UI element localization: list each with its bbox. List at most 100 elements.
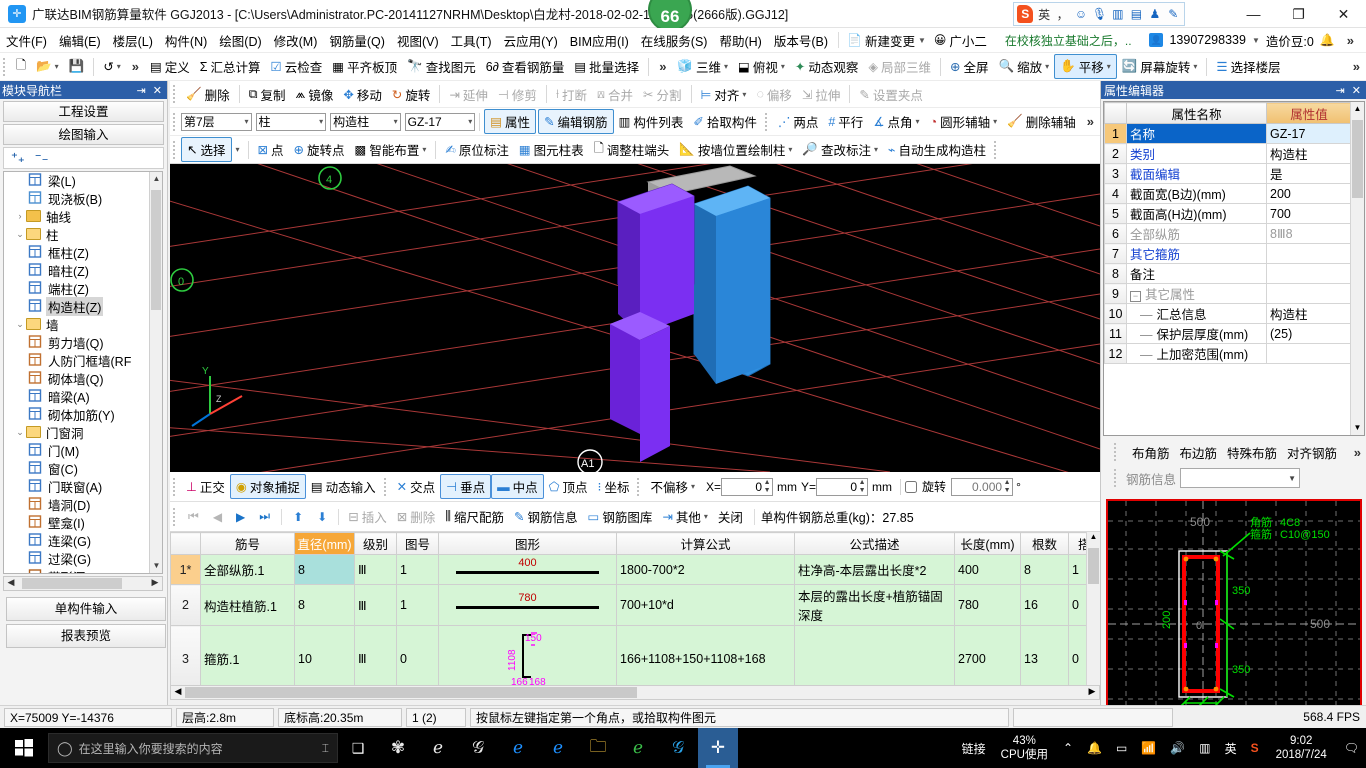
taskbar-app-edge-old-icon[interactable]: ℯ xyxy=(418,728,458,768)
account-chevron-down-icon[interactable]: ▼ xyxy=(1252,36,1260,45)
table-cell[interactable]: Ⅲ xyxy=(354,584,397,626)
table-cell[interactable]: 13 xyxy=(1020,625,1069,692)
ime-skin-icon[interactable]: ♟ xyxy=(1147,7,1162,21)
tab-corner-rebar[interactable]: 布角筋 xyxy=(1132,443,1170,462)
rebar-col-header[interactable]: 筋号 xyxy=(200,532,295,555)
pin-icon[interactable]: ⇥ xyxy=(137,84,146,97)
table-cell[interactable]: Ⅲ xyxy=(354,625,397,692)
ime-emoji-icon[interactable]: ☺ xyxy=(1073,7,1088,21)
tray-keyboard-icon[interactable]: ▥ xyxy=(1192,741,1217,755)
floor-select[interactable]: 第7层 ▾ xyxy=(180,112,252,131)
taskbar-app-explorer-icon[interactable]: 🗀 xyxy=(578,728,618,768)
last-record-button[interactable]: ⏭ xyxy=(252,509,277,524)
partial-3d-button[interactable]: ◈ 局部三维 xyxy=(863,55,936,78)
tree-horizontal-scrollbar[interactable]: ◀ ▶ xyxy=(3,576,163,591)
table-vertical-scrollbar[interactable]: ▲ ▼ xyxy=(1086,532,1100,696)
table-row[interactable]: 2 构造柱植筋.1 8 Ⅲ 1 780 700+10*d 本层的露出长度+植筋锚固深度 780 1… xyxy=(170,584,1100,626)
smart-layout-button[interactable]: ▩ 智能布置 ▾ xyxy=(350,138,432,161)
menu-tools[interactable]: 工具(T) xyxy=(445,28,498,53)
tree-item[interactable]: 暗梁(A) xyxy=(4,387,150,405)
rotate-point-button[interactable]: ⊕ 旋转点 xyxy=(289,138,350,161)
member-toolbar-grip[interactable] xyxy=(173,112,178,131)
drawing-input-button[interactable]: 绘图输入 xyxy=(3,124,164,145)
scroll-thumb[interactable] xyxy=(151,190,161,310)
parallel-button[interactable]: # 平行 xyxy=(823,110,868,133)
tab-special-rebar[interactable]: 特殊布筋 xyxy=(1227,443,1277,462)
scroll-up-icon[interactable]: ▲ xyxy=(150,172,162,186)
other-menu-button[interactable]: ⇥ 其他 ▾ xyxy=(657,505,713,528)
tab-align-rebar[interactable]: 对齐钢筋 xyxy=(1287,443,1337,462)
table-cell[interactable]: 3 xyxy=(170,625,201,692)
y-input[interactable]: 0 ▲ ▼ xyxy=(816,477,869,496)
fullscreen-button[interactable]: ⊕ 全屏 xyxy=(945,55,994,78)
tree-item[interactable]: 端柱(Z) xyxy=(4,279,150,297)
bell-icon[interactable]: 🔔 xyxy=(1320,33,1335,47)
table-cell[interactable]: 构造柱植筋.1 xyxy=(200,584,295,626)
rebar-col-header[interactable] xyxy=(170,532,201,555)
cloud-check-button[interactable]: ☑ 云检查 xyxy=(266,55,328,78)
tray-volume-icon[interactable]: 🔊 xyxy=(1163,741,1192,755)
table-cell[interactable]: 柱净高-本层露出长度*2 xyxy=(794,554,955,585)
table-cell[interactable]: 全部纵筋.1 xyxy=(200,554,295,585)
project-settings-button[interactable]: 工程设置 xyxy=(3,101,164,122)
property-row[interactable]: 8 备注 xyxy=(1104,263,1352,284)
property-value[interactable]: 8Ⅲ8 xyxy=(1266,223,1352,244)
table-cell[interactable]: 8 xyxy=(1020,554,1069,585)
property-value[interactable]: 构造柱 xyxy=(1266,303,1352,324)
first-record-button[interactable]: ⏮ xyxy=(181,509,206,524)
menu-rebar-qty[interactable]: 钢筋量(Q) xyxy=(323,28,391,53)
report-preview-button[interactable]: 报表预览 xyxy=(6,624,166,648)
scroll-down-icon[interactable]: ▼ xyxy=(1351,421,1364,435)
microphone-icon[interactable]: ⌶ xyxy=(322,741,329,756)
tray-link-label[interactable]: 链接 xyxy=(955,740,993,757)
new-file-button[interactable]: 🗋 xyxy=(11,54,31,79)
property-row[interactable]: 4 截面宽(B边)(mm) 200 xyxy=(1104,183,1352,204)
ime-language-icon[interactable]: 英 xyxy=(1036,6,1051,23)
merge-button[interactable]: ⟎ 合并 xyxy=(592,83,638,106)
tray-sogou-icon[interactable]: S xyxy=(1244,741,1266,755)
view-toolbar-overflow-icon[interactable]: » xyxy=(653,59,672,74)
view-rebar-qty-button[interactable]: 6∂ 查看钢筋量 xyxy=(481,55,570,78)
table-cell[interactable]: 10 xyxy=(294,625,355,692)
stretch-button[interactable]: ⇲ 拉伸 xyxy=(797,83,846,106)
tray-clock[interactable]: 9:02 2018/7/24 xyxy=(1266,734,1337,762)
minimize-button[interactable]: — xyxy=(1231,0,1276,28)
dynamic-input-toggle[interactable]: ▤ 动态输入 xyxy=(306,475,381,498)
tree-item[interactable]: 壁龛(I) xyxy=(4,513,150,531)
scroll-right-icon[interactable]: ▶ xyxy=(1085,686,1099,699)
property-row[interactable]: 10— 汇总信息 构造柱 xyxy=(1104,303,1352,324)
summary-calc-button[interactable]: Σ 汇总计算 xyxy=(195,55,266,78)
rebar-col-header[interactable]: 长度(mm) xyxy=(954,532,1021,555)
taskbar-app-ggj-icon[interactable]: ✛ xyxy=(698,728,738,768)
break-button[interactable]: ⟊ 打断 xyxy=(551,83,592,106)
property-row[interactable]: 11— 保护层厚度(mm) (25) xyxy=(1104,323,1352,344)
ortho-toggle[interactable]: ⊥ 正交 xyxy=(181,475,230,498)
shape-cell[interactable]: 780 xyxy=(438,584,617,626)
ime-toolbar[interactable]: S 英 ， ☺ 🎙 ▥ ▤ ♟ ✎ xyxy=(1013,2,1185,26)
scroll-down-icon[interactable]: ▼ xyxy=(150,559,162,573)
subtype-select[interactable]: 构造柱 ▾ xyxy=(330,112,401,131)
tabs-overflow-icon[interactable]: » xyxy=(1348,445,1365,460)
property-value[interactable]: 构造柱 xyxy=(1266,143,1352,164)
ime-punctuation-icon[interactable]: ， xyxy=(1055,6,1070,23)
split-button[interactable]: ✂ 分割 xyxy=(638,83,687,106)
property-button[interactable]: ▤ 属性 xyxy=(484,109,537,134)
scroll-left-icon[interactable]: ◀ xyxy=(171,686,185,699)
tree-item[interactable]: 构造柱(Z) xyxy=(4,296,150,316)
find-element-button[interactable]: 🔭 查找图元 xyxy=(402,55,481,78)
tree-item[interactable]: 现浇板(B) xyxy=(4,189,150,207)
scroll-up-icon[interactable]: ▲ xyxy=(1087,532,1100,546)
tree-item[interactable]: 暗柱(Z) xyxy=(4,261,150,279)
tree-item[interactable]: 砌体加筋(Y) xyxy=(4,405,150,423)
chevron-down-icon[interactable]: ⌄ xyxy=(14,229,26,240)
coins-label[interactable]: 造价豆:0 xyxy=(1266,31,1314,50)
rebar-col-header[interactable]: 根数 xyxy=(1020,532,1069,555)
select-floor-button[interactable]: ☰ 选择楼层 xyxy=(1211,55,1285,78)
screen-rotate-button[interactable]: 🔄 屏幕旋转 ▾ xyxy=(1117,55,1203,78)
user-nick-button[interactable]: 😀 广小二 xyxy=(930,29,991,52)
toolbar-overflow-icon[interactable]: » xyxy=(126,59,145,74)
expand-all-icon[interactable]: ⁺₊ xyxy=(11,150,25,166)
table-row[interactable]: 3 箍筋.1 10 Ⅲ 0 150 1108 166 168 166+1108+150+1108+… xyxy=(170,625,1100,692)
tree-item[interactable]: › 轴线 xyxy=(4,207,150,225)
perpendicular-snap-toggle[interactable]: ⊣ 垂点 xyxy=(440,474,492,499)
